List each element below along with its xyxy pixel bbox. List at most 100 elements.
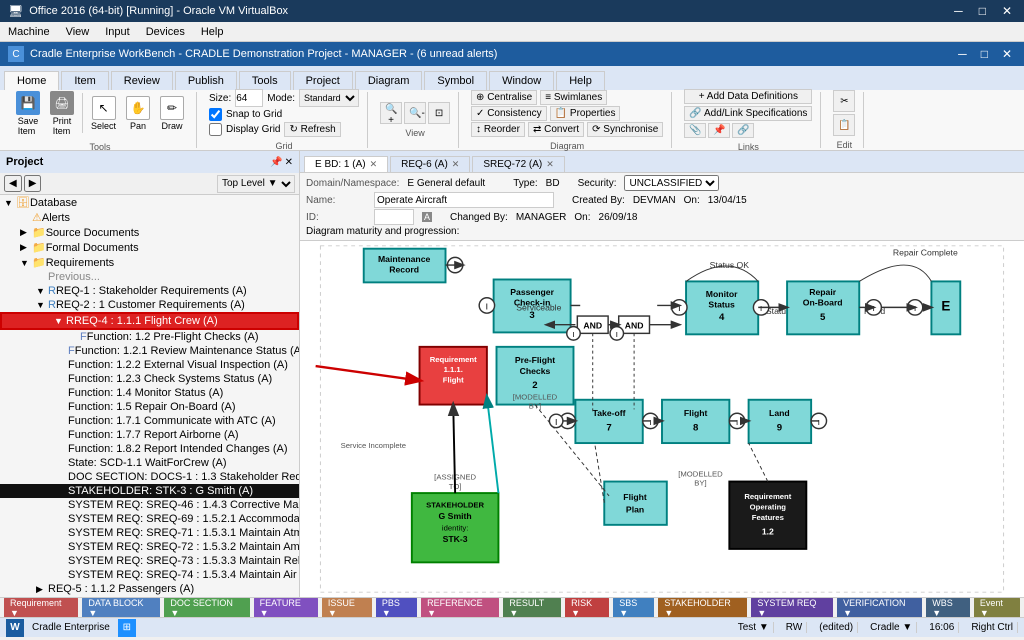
tree-item-req2[interactable]: ▼ R REQ-2 : 1 Customer Requirements (A) [0,298,299,312]
link-btn1[interactable]: 📎 [684,123,706,138]
link-btn3[interactable]: 🔗 [732,123,754,138]
zoom-fit-btn[interactable]: ⊡ [428,102,450,124]
snap-to-grid-cb[interactable] [209,108,222,121]
tab-publish[interactable]: Publish [175,71,237,90]
tree-item-f3[interactable]: Function: 1.2.2 External Visual Inspecti… [0,358,299,372]
edit-btn2[interactable]: 📋 [833,114,855,136]
swimlanes-btn[interactable]: ≡ Swimlanes [540,90,607,105]
tab-bd1[interactable]: E BD: 1 (A) ✕ [304,156,388,172]
badge-sbs[interactable]: SBS ▼ [613,597,654,617]
tree-item-sysreq5[interactable]: SYSTEM REQ: SREQ-73 : 1.5.3.3 Maintain R… [0,554,299,568]
tree-item-f4[interactable]: Function: 1.2.3 Check Systems Status (A) [0,372,299,386]
app-minimize-btn[interactable]: ─ [954,47,971,61]
tree-item-doc1[interactable]: DOC SECTION: DOCS-1 : 1.3 Stakeholder Re… [0,470,299,484]
mode-select[interactable]: Standard [299,89,359,107]
badge-system-req[interactable]: SYSTEM REQ ▼ [751,597,833,617]
toggle-req5[interactable]: ▶ [36,584,48,595]
toggle-database[interactable]: ▼ [4,198,16,208]
tree-item-req5[interactable]: ▶ REQ-5 : 1.1.2 Passengers (A) [0,582,299,596]
tree-item-sysreq4[interactable]: SYSTEM REQ: SREQ-72 : 1.5.3.2 Maintain A… [0,540,299,554]
id-input[interactable] [374,209,414,225]
zoom-in-btn[interactable]: 🔍+ [380,102,402,124]
level-select[interactable]: Top Level ▼ [217,175,295,193]
synchronise-btn[interactable]: ⟳ Synchronise [587,122,663,137]
badge-stakeholder[interactable]: STAKEHOLDER ▼ [658,597,747,617]
badge-risk[interactable]: RISK ▼ [565,597,609,617]
toggle-req1[interactable]: ▼ [36,286,48,296]
refresh-btn[interactable]: ↻ Refresh [284,122,340,137]
bottom-cradle[interactable]: Cradle ▼ [866,622,917,633]
security-select[interactable]: UNCLASSIFIED [624,175,719,191]
tab-home[interactable]: Home [4,71,59,90]
draw-btn[interactable]: ✏ Draw [156,94,188,133]
select-btn[interactable]: ↖ Select [87,94,120,133]
badge-feature[interactable]: FEATURE ▼ [254,597,318,617]
tab-project[interactable]: Project [293,71,353,90]
centralise-btn[interactable]: ⊕ Centralise [471,90,537,105]
tab-sreq72-close[interactable]: ✕ [546,159,554,170]
toggle-req4[interactable]: ▼ [54,316,66,326]
link-btn2[interactable]: 📌 [708,123,730,138]
save-item-btn[interactable]: 💾 SaveItem [12,89,44,138]
os-minimize-btn[interactable]: ─ [950,4,967,18]
zoom-out-btn[interactable]: 🔍- [404,102,426,124]
tree-nav-forward[interactable]: ▶ [24,175,42,192]
app-close-btn[interactable]: ✕ [998,47,1016,61]
id-btn[interactable]: A [422,212,432,222]
tree-item-f5[interactable]: Function: 1.4 Monitor Status (A) [0,386,299,400]
tree-item-reqs[interactable]: ▼ 📁 Requirements [0,255,299,270]
tree-item-sysreq6[interactable]: SYSTEM REQ: SREQ-74 : 1.5.3.4 Maintain A… [0,568,299,582]
properties-btn[interactable]: 📋 Properties [550,106,621,121]
tab-diagram[interactable]: Diagram [355,71,423,90]
tab-window[interactable]: Window [489,71,554,90]
tree-item-req4[interactable]: ▼ R REQ-4 : 1.1.1 Flight Crew (A) [0,312,299,330]
tree-item-stk1[interactable]: STAKEHOLDER: STK-3 : G Smith (A) [0,484,299,498]
os-close-btn[interactable]: ✕ [998,4,1016,18]
tab-item[interactable]: Item [61,71,108,90]
display-grid-cb[interactable] [209,123,222,136]
tree-item-database[interactable]: ▼ 🗄 Database [0,195,299,210]
tab-bd1-close[interactable]: ✕ [370,159,378,170]
menu-devices[interactable]: Devices [138,24,193,40]
tab-tools[interactable]: Tools [239,71,291,90]
edit-btn1[interactable]: ✂ [833,90,855,112]
tree-item-alerts[interactable]: ⚠ Alerts [0,210,299,225]
tree-item-s1[interactable]: State: SCD-1.1 WaitForCrew (A) [0,456,299,470]
tree-item-f1[interactable]: F Function: 1.2 Pre-Flight Checks (A) [0,330,299,344]
consistency-btn[interactable]: ✓ Consistency [471,106,547,121]
badge-requirement[interactable]: Requirement ▼ [4,597,78,617]
pan-btn[interactable]: ✋ Pan [122,94,154,133]
tab-req6-close[interactable]: ✕ [452,159,460,170]
badge-event[interactable]: Event ▼ [974,597,1020,617]
badge-wbs[interactable]: WBS ▼ [926,597,970,617]
diagram-area[interactable]: Maintenance Record I Passenger Check-in … [300,241,1024,597]
add-data-def-btn[interactable]: + Add Data Definitions [684,89,812,104]
tree-nav-back[interactable]: ◀ [4,175,22,192]
badge-verification[interactable]: VERIFICATION ▼ [837,597,922,617]
badge-data-block[interactable]: DATA BLOCK ▼ [82,597,160,617]
tree-item-sysreq1[interactable]: SYSTEM REQ: SREQ-46 : 1.4.3 Corrective M… [0,498,299,512]
tree-item-req1[interactable]: ▼ R REQ-1 : Stakeholder Requirements (A) [0,284,299,298]
tab-review[interactable]: Review [111,71,173,90]
tree-item-sysreq2[interactable]: SYSTEM REQ: SREQ-69 : 1.5.2.1 Accommodat… [0,512,299,526]
tree-item-req8[interactable]: ▶ REQ-8 : 1.2 Operating Features (A) [0,596,299,597]
bottom-test[interactable]: Test ▼ [734,622,774,633]
print-item-btn[interactable]: 🖨 PrintItem [46,89,78,138]
tree-item-source[interactable]: ▶ 📁 Source Documents [0,225,299,240]
tab-help[interactable]: Help [556,71,605,90]
tree-item-f6[interactable]: Function: 1.5 Repair On-Board (A) [0,400,299,414]
badge-pbs[interactable]: PBS ▼ [376,597,417,617]
badge-issue[interactable]: ISSUE ▼ [322,597,372,617]
tree-item-f9[interactable]: Function: 1.8.2 Report Intended Changes … [0,442,299,456]
badge-doc-section[interactable]: DOC SECTION ▼ [164,597,249,617]
tree-item-f2[interactable]: F Function: 1.2.1 Review Maintenance Sta… [0,344,299,358]
tree-item-f7[interactable]: Function: 1.7.1 Communicate with ATC (A) [0,414,299,428]
convert-btn[interactable]: ⇄ Convert [528,122,584,137]
panel-close-btn[interactable]: ✕ [285,157,293,168]
tree-item-sysreq3[interactable]: SYSTEM REQ: SREQ-71 : 1.5.3.1 Maintain A… [0,526,299,540]
size-input[interactable] [235,89,263,107]
panel-pin-btn[interactable]: 📌 [270,157,282,168]
tab-symbol[interactable]: Symbol [424,71,487,90]
menu-view[interactable]: View [58,24,98,40]
badge-reference[interactable]: REFERENCE ▼ [421,597,499,617]
